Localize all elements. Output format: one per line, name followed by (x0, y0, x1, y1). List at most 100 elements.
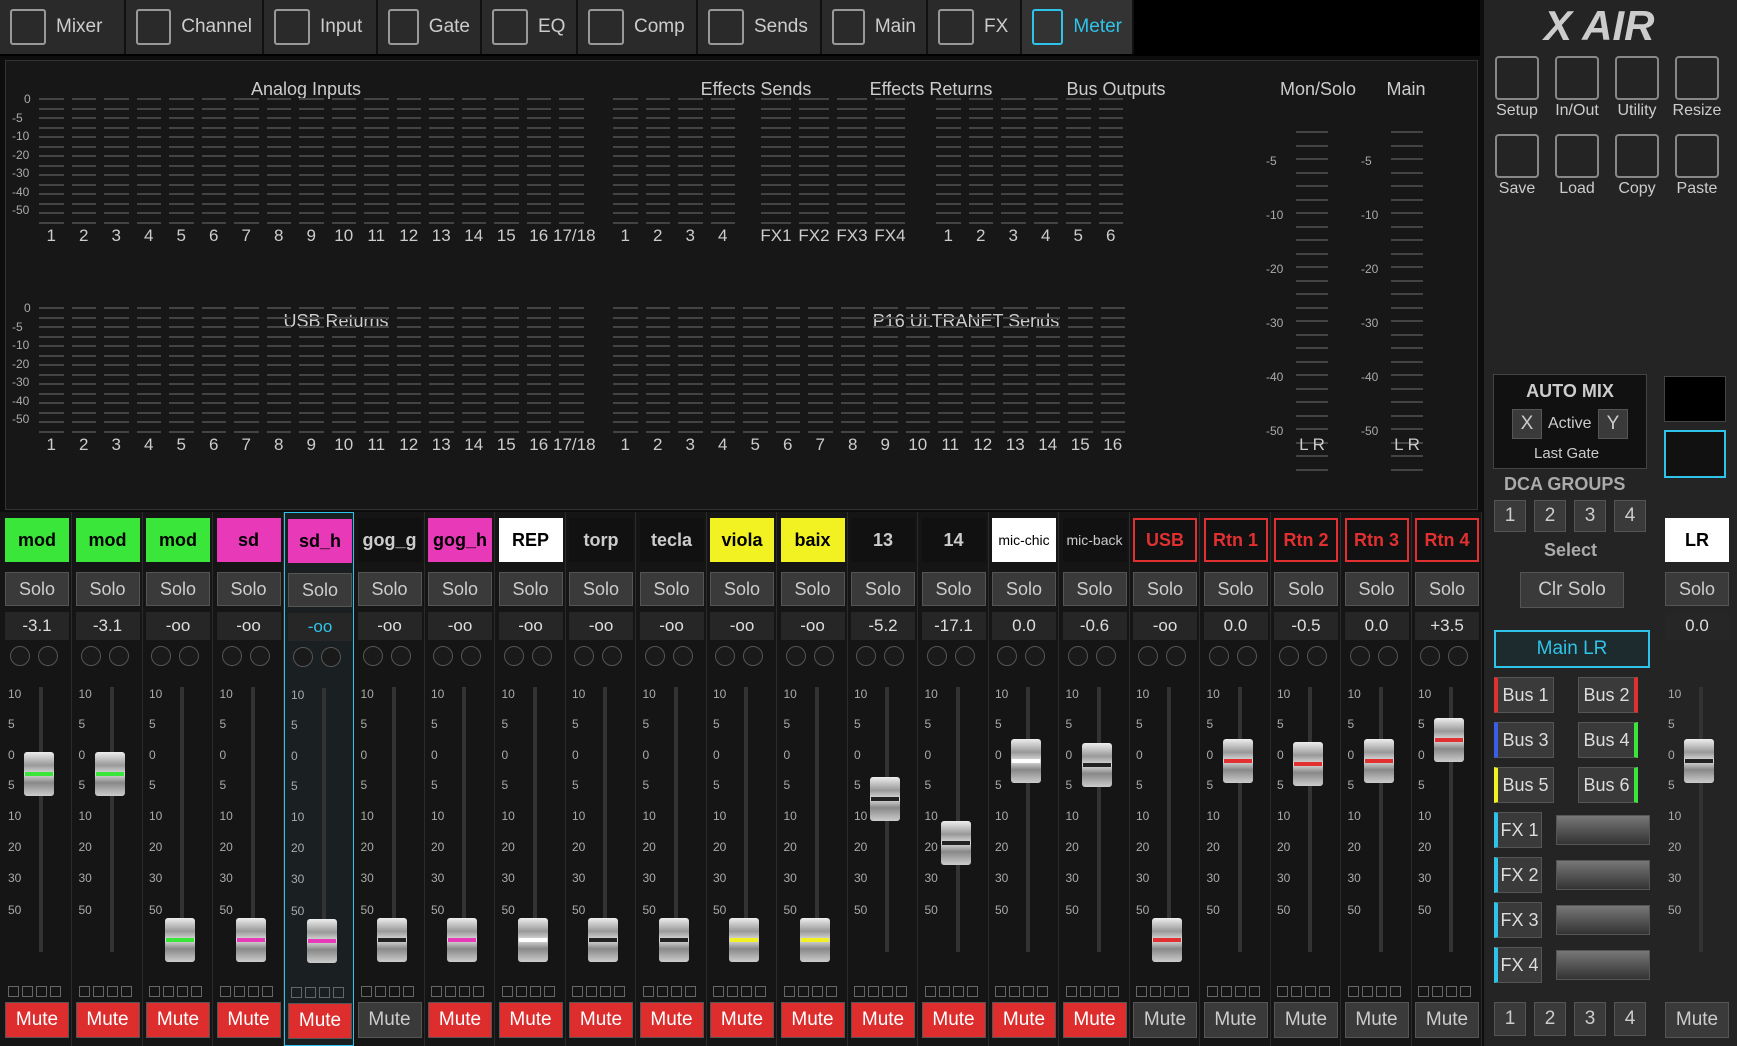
channel-name[interactable]: Rtn 2 (1274, 518, 1338, 562)
solo-button[interactable]: Solo (1274, 572, 1338, 606)
fader-knob[interactable] (940, 821, 971, 866)
eq-knob[interactable] (179, 646, 199, 666)
routing-square[interactable] (938, 986, 950, 997)
mute-button[interactable]: Mute (288, 1003, 352, 1039)
solo-button[interactable]: Solo (288, 573, 352, 607)
fader-value[interactable]: -0.5 (1274, 612, 1338, 640)
routing-square[interactable] (1093, 986, 1105, 997)
channel-name[interactable]: Rtn 3 (1344, 518, 1409, 562)
dca-button-1[interactable]: 1 (1494, 500, 1526, 532)
pan-knob[interactable] (293, 647, 313, 667)
channel-name[interactable]: mic-chic (992, 518, 1056, 562)
fader-knob[interactable] (517, 918, 548, 962)
routing-square[interactable] (1305, 986, 1316, 997)
fader-value[interactable]: -oo (710, 612, 774, 640)
routing-square[interactable] (952, 986, 964, 997)
routing-square[interactable] (1037, 986, 1048, 997)
tab-main[interactable]: Main (822, 0, 928, 54)
routing-square[interactable] (614, 986, 625, 997)
solo-button[interactable]: Solo (146, 572, 210, 606)
mute-button[interactable]: Mute (1062, 1002, 1127, 1038)
fader-value[interactable]: +3.5 (1415, 612, 1479, 640)
setup-button[interactable]: Setup (1490, 52, 1544, 120)
fader-value[interactable]: -17.1 (921, 612, 986, 640)
mute-button[interactable]: Mute (5, 1002, 69, 1038)
pan-knob[interactable] (1138, 646, 1158, 666)
routing-square[interactable] (163, 986, 174, 997)
fader-value[interactable]: 0.0 (1665, 612, 1729, 640)
routing-square[interactable] (600, 986, 611, 997)
mute-button[interactable]: Mute (569, 1002, 633, 1038)
pan-knob[interactable] (926, 646, 947, 666)
eq-knob[interactable] (1377, 646, 1398, 666)
tab-mixer[interactable]: Mixer (0, 0, 126, 54)
channel-name[interactable]: mic-back (1062, 518, 1127, 562)
mute-button[interactable]: Mute (357, 1002, 422, 1038)
channel-name[interactable]: gog_h (428, 518, 492, 562)
routing-square[interactable] (291, 987, 302, 998)
mute-group-1-button[interactable]: 1 (1494, 1002, 1526, 1036)
fader-value[interactable]: -oo (146, 612, 210, 640)
mute-button[interactable]: Mute (428, 1002, 492, 1038)
mute-button[interactable]: Mute (921, 1002, 986, 1038)
mute-button[interactable]: Mute (780, 1002, 845, 1038)
routing-square[interactable] (431, 986, 442, 997)
fader-knob[interactable] (235, 918, 266, 962)
save-button[interactable]: Save (1490, 130, 1544, 198)
routing-square[interactable] (305, 987, 316, 998)
routing-square[interactable] (1164, 986, 1175, 997)
mute-button[interactable]: Mute (1133, 1002, 1197, 1038)
fader-knob[interactable] (376, 918, 407, 962)
routing-square[interactable] (1460, 986, 1471, 997)
fader-knob[interactable] (94, 751, 125, 796)
tab-eq[interactable]: EQ (482, 0, 578, 54)
solo-button[interactable]: Solo (569, 572, 633, 606)
channel-name[interactable]: REP (498, 518, 563, 562)
routing-square[interactable] (1418, 986, 1429, 997)
routing-square[interactable] (219, 986, 231, 997)
tab-fx[interactable]: FX (928, 0, 1022, 54)
pan-knob[interactable] (1349, 646, 1370, 666)
dca-button-3[interactable]: 3 (1574, 500, 1606, 532)
mute-button[interactable]: Mute (992, 1002, 1056, 1038)
fader-value[interactable]: -oo (569, 612, 633, 640)
pan-knob[interactable] (1420, 646, 1440, 666)
eq-knob[interactable] (884, 646, 904, 666)
channel-name[interactable]: 13 (851, 518, 915, 562)
paste-button[interactable]: Paste (1670, 130, 1724, 198)
pan-knob[interactable] (10, 646, 30, 666)
tab-gate[interactable]: Gate (378, 0, 482, 54)
eq-knob[interactable] (743, 646, 763, 666)
routing-square[interactable] (1319, 986, 1330, 997)
routing-square[interactable] (120, 986, 132, 997)
routing-square[interactable] (333, 987, 344, 998)
solo-button[interactable]: Solo (75, 572, 140, 606)
routing-square[interactable] (755, 986, 766, 997)
routing-square[interactable] (713, 986, 724, 997)
channel-name[interactable]: viola (710, 518, 774, 562)
routing-square[interactable] (1347, 986, 1359, 997)
routing-square[interactable] (1178, 986, 1189, 997)
utility-button[interactable]: Utility (1610, 52, 1664, 120)
eq-knob[interactable] (38, 646, 58, 666)
eq-knob[interactable] (1448, 646, 1468, 666)
fader-value[interactable]: -oo (780, 612, 845, 640)
routing-square[interactable] (402, 986, 414, 997)
fader-knob[interactable] (165, 918, 195, 962)
eq-knob[interactable] (321, 647, 341, 667)
mute-group-3-button[interactable]: 3 (1574, 1002, 1606, 1036)
mute-button[interactable]: Mute (498, 1002, 563, 1038)
channel-name[interactable]: sd (216, 518, 281, 562)
solo-button[interactable]: Solo (428, 572, 492, 606)
routing-square[interactable] (22, 986, 33, 997)
routing-square[interactable] (854, 986, 865, 997)
mute-group-2-button[interactable]: 2 (1534, 1002, 1566, 1036)
fader-knob[interactable] (447, 918, 477, 962)
eq-knob[interactable] (672, 646, 693, 666)
routing-square[interactable] (882, 986, 893, 997)
pan-knob[interactable] (80, 646, 101, 666)
routing-square[interactable] (656, 986, 668, 997)
channel-name[interactable]: baix (780, 518, 845, 562)
tab-comp[interactable]: Comp (578, 0, 698, 54)
routing-square[interactable] (670, 986, 682, 997)
